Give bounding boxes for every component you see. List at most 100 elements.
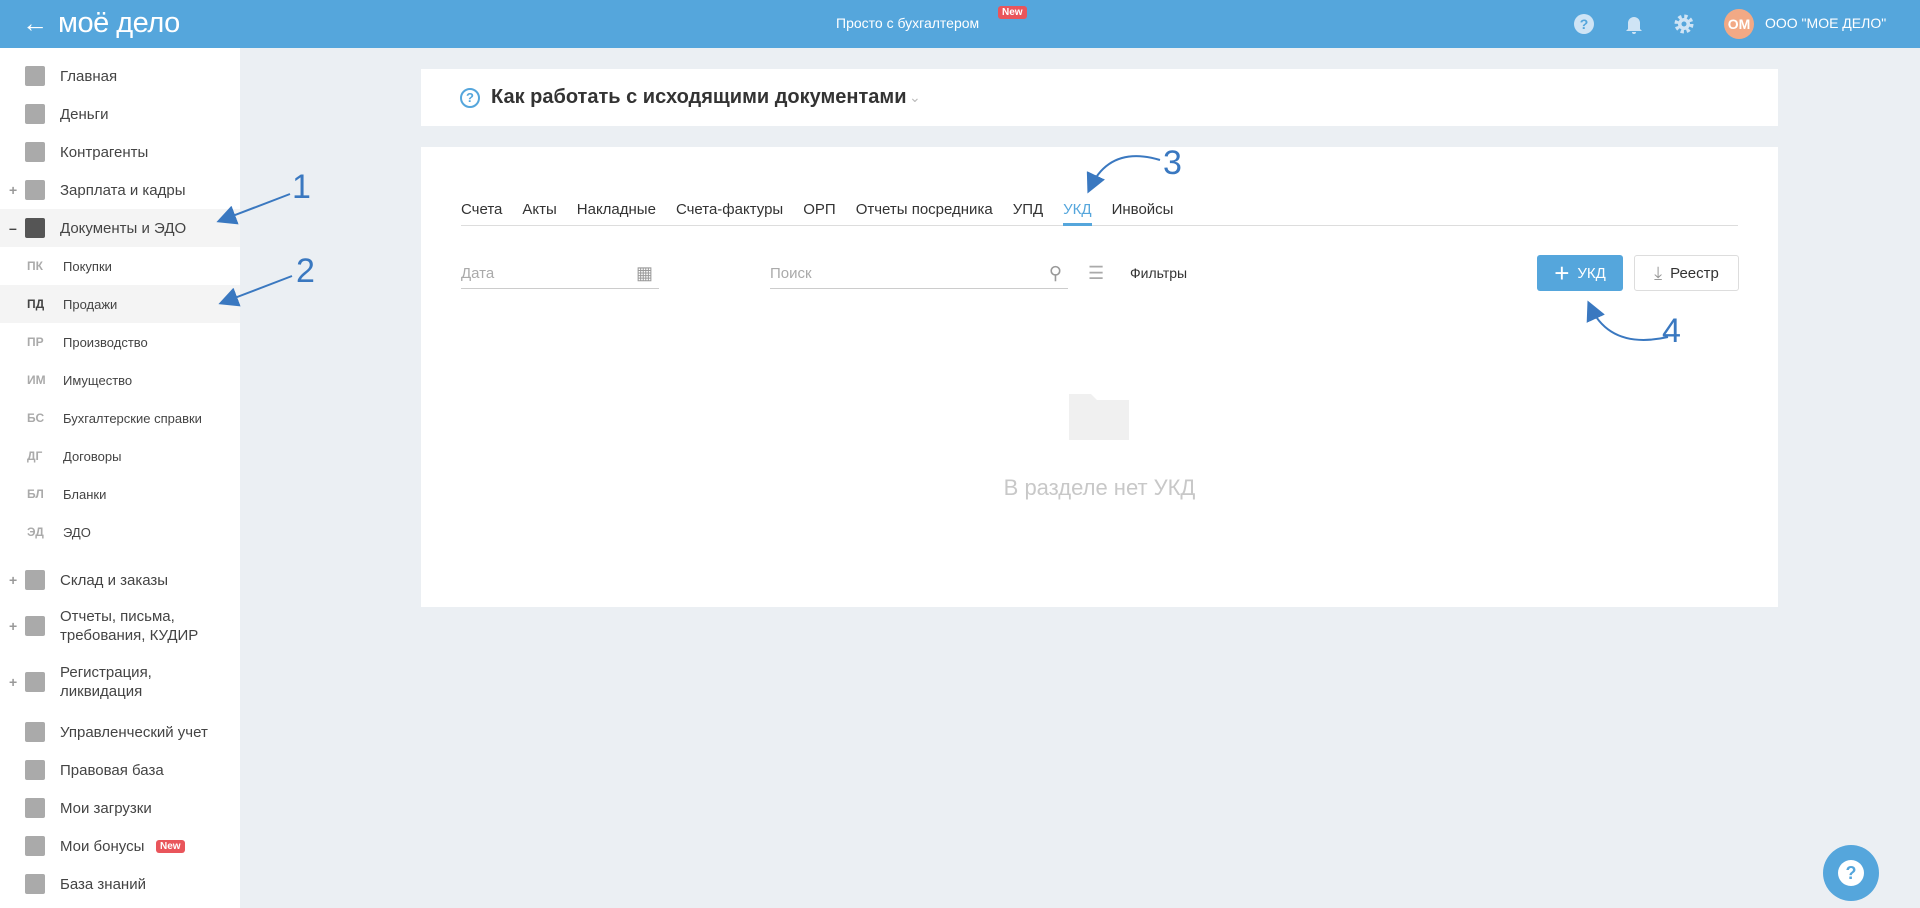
empty-folder-icon [1069,394,1129,440]
sidebar-subitem-edo[interactable]: ЭД ЭДО [0,513,240,551]
sidebar-item-label: Контрагенты [60,143,149,161]
question-icon: ? [460,88,480,108]
tab-invoices[interactable]: Счета [461,199,502,226]
search-input[interactable]: Поиск ⚲ [770,259,1068,289]
sidebar-item-knowledge[interactable]: База знаний [0,865,240,903]
faq-panel[interactable]: ? Как работать с исходящими документами … [421,69,1778,126]
label: Бухгалтерские справки [63,410,202,426]
abbr: ИМ [27,373,46,387]
tab-acts[interactable]: Акты [522,199,556,226]
bell-icon[interactable] [1622,12,1646,36]
sidebar-item-bonuses[interactable]: Мои бонусы New [0,827,240,865]
promo-link[interactable]: Просто с бухгалтером New [836,6,1027,31]
sidebar-item-label: Деньги [60,105,109,123]
registry-button[interactable]: ⤓ Реестр [1634,255,1739,291]
sidebar-item-label: Мои загрузки [60,799,152,817]
search-icon[interactable]: ⚲ [1049,263,1062,284]
org-name[interactable]: ООО "МОЕ ДЕЛО" [1765,15,1886,31]
sidebar-item-label: Мои бонусы [60,837,145,855]
logo[interactable]: моё дело [58,8,180,38]
sidebar-subitem-production[interactable]: ПР Производство [0,323,240,361]
search-placeholder: Поиск [770,265,812,282]
avatar[interactable]: ОМ [1724,9,1754,39]
plus-icon: + [1554,258,1570,288]
gift-icon [25,836,45,856]
filters-button[interactable]: Фильтры [1130,265,1187,281]
annotation-2: 2 [296,252,315,290]
sidebar-item-label: Зарплата и кадры [60,181,186,199]
abbr: ПР [27,335,44,349]
promo-label: Просто с бухгалтером [836,15,980,31]
tab-foreign-invoices[interactable]: Инвойсы [1112,199,1174,226]
sidebar-item-reports[interactable]: + Отчеты, письма, требования, КУДИР [0,604,240,648]
faq-title: Как работать с исходящими документами [491,86,907,108]
sidebar-item-downloads[interactable]: Мои загрузки [0,789,240,827]
sidebar-subitem-purchases[interactable]: ПК Покупки [0,247,240,285]
label: Договоры [63,448,122,464]
sidebar-item-label: Правовая база [60,761,164,779]
sidebar-item-warehouse[interactable]: + Склад и заказы [0,561,240,599]
money-icon [25,104,45,124]
label: ЭДО [63,524,91,540]
new-badge: New [998,6,1027,19]
tab-agent-reports[interactable]: Отчеты посредника [856,199,993,226]
sidebar-item-salary[interactable]: + Зарплата и кадры [0,171,240,209]
sidebar-subitem-accounting-notes[interactable]: БС Бухгалтерские справки [0,399,240,437]
calendar-icon[interactable]: ▦ [636,263,653,284]
expand-icon[interactable]: + [9,182,17,198]
sidebar-subitem-forms[interactable]: БЛ Бланки [0,475,240,513]
sidebar-subitem-sales[interactable]: ПД Продажи [0,285,240,323]
top-bar: ← моё дело Просто с бухгалтером New ? ОМ … [0,0,1920,48]
abbr: ЭД [27,525,44,539]
annotation-4: 4 [1662,312,1681,350]
warehouse-icon [25,570,45,590]
sidebar-item-label: Регистрация, ликвидация [60,664,152,700]
tab-tax-invoices[interactable]: Счета-фактуры [676,199,783,226]
tab-waybills[interactable]: Накладные [577,199,656,226]
chevron-down-icon[interactable]: ⌄ [909,89,921,106]
graduation-cap-icon [25,874,45,894]
sidebar: Главная Деньги Контрагенты + Зарплата и к… [0,48,240,908]
abbr: БЛ [27,487,44,501]
home-icon [25,66,45,86]
sidebar-item-money[interactable]: Деньги [0,95,240,133]
report-icon [25,616,45,636]
abbr: ПК [27,259,43,273]
sidebar-subitem-property[interactable]: ИМ Имущество [0,361,240,399]
sidebar-item-documents[interactable]: – Документы и ЭДО [0,209,240,247]
sidebar-item-label: Склад и заказы [60,571,169,589]
registry-label: Реестр [1670,264,1719,282]
expand-icon[interactable]: + [9,674,17,690]
help-fab-button[interactable]: ? [1823,845,1879,901]
help-icon: ? [1838,860,1864,886]
new-badge: New [156,839,185,853]
abbr: ДГ [27,449,43,463]
help-icon[interactable]: ? [1572,12,1596,36]
sidebar-item-home[interactable]: Главная [0,57,240,95]
label: Производство [63,334,148,350]
add-ukd-button[interactable]: + УКД [1537,255,1623,291]
svg-text:?: ? [1580,16,1589,32]
wallet-icon [25,180,45,200]
gear-icon[interactable] [1672,12,1696,36]
collapse-icon[interactable]: – [9,220,17,236]
expand-icon[interactable]: + [9,618,17,634]
sidebar-item-label: Главная [60,67,118,85]
sidebar-item-label: База знаний [60,875,146,893]
filters-icon[interactable]: ☰ [1088,263,1104,284]
sidebar-subitem-contracts[interactable]: ДГ Договоры [0,437,240,475]
sidebar-item-legal[interactable]: Правовая база [0,751,240,789]
sidebar-item-contractors[interactable]: Контрагенты [0,133,240,171]
back-arrow-icon[interactable]: ← [22,9,48,37]
ruble-icon [25,722,45,742]
annotation-3: 3 [1163,144,1182,182]
sidebar-item-label: Управленческий учет [60,723,208,741]
tab-ukd[interactable]: УКД [1063,199,1092,226]
tab-upd[interactable]: УПД [1013,199,1043,226]
tab-orp[interactable]: ОРП [803,199,835,226]
sidebar-item-management[interactable]: Управленческий учет [0,713,240,751]
sidebar-item-registration[interactable]: + Регистрация, ликвидация [0,660,240,704]
expand-icon[interactable]: + [9,572,17,588]
contractors-icon [25,142,45,162]
date-input[interactable]: Дата ▦ [461,259,659,289]
